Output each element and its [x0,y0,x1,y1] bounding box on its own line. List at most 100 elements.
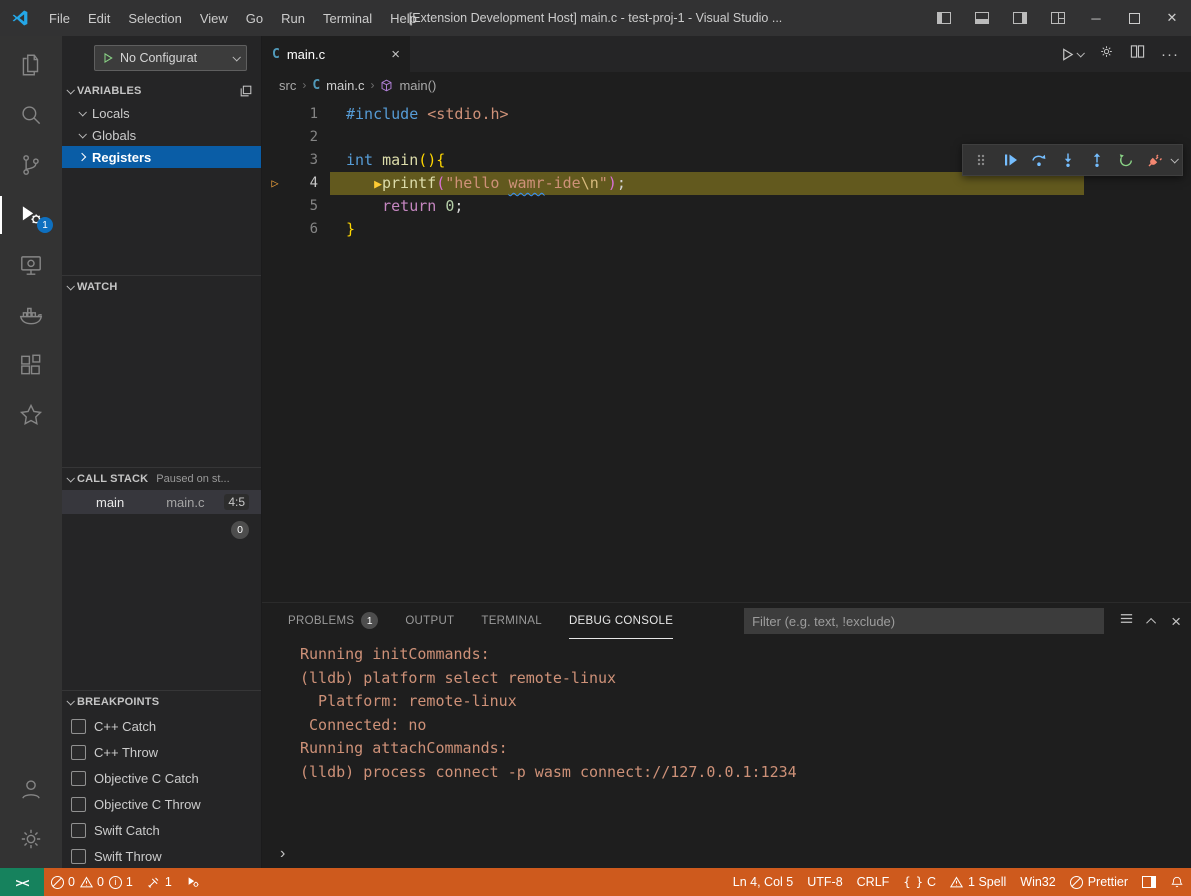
code-editor[interactable]: 1#include <stdio.h>23int main(){▷4▶print… [262,98,1191,602]
run-file-button[interactable] [1060,47,1083,62]
tab-main-c[interactable]: C main.c × [262,36,410,72]
chevron-down-icon [1076,49,1084,57]
glyph-margin[interactable] [262,218,288,241]
remote-explorer-icon[interactable] [0,240,62,290]
accounts-icon[interactable] [0,764,62,814]
menu-view[interactable]: View [191,0,237,36]
explorer-icon[interactable] [0,40,62,90]
watch-header[interactable]: WATCH [62,276,261,298]
continue-button[interactable] [997,147,1023,173]
toolbar-drag-handle[interactable] [968,147,994,173]
search-icon[interactable] [0,90,62,140]
toggle-sidebar-icon[interactable] [925,0,963,36]
code-line[interactable]: 5 return 0; [262,195,1191,218]
breakpoints-header[interactable]: BREAKPOINTS [62,691,261,713]
code-line[interactable]: 1#include <stdio.h> [262,103,1191,126]
code-line[interactable]: 6} [262,218,1191,241]
breadcrumb-folder[interactable]: src [279,78,296,93]
breakpoint-checkbox[interactable] [71,745,86,760]
panel-menu-icon[interactable] [1119,611,1134,631]
stack-frame-row[interactable]: main main.c 4:5 [62,490,261,514]
collapse-all-icon[interactable] [239,84,253,98]
run-and-debug-icon[interactable]: 1 [0,190,62,240]
breakpoint-row[interactable]: Objective C Throw [62,791,261,817]
toggle-secondary-sidebar-icon[interactable] [1001,0,1039,36]
breakpoint-checkbox[interactable] [71,719,86,734]
close-tab-icon[interactable]: × [391,47,400,62]
menu-terminal[interactable]: Terminal [314,0,381,36]
warnings-icon [80,876,93,888]
code-text: int main(){ [330,149,445,172]
panel-tab-debug-console[interactable]: DEBUG CONSOLE [569,603,673,639]
breakpoint-checkbox[interactable] [71,771,86,786]
panel-tab-problems[interactable]: PROBLEMS1 [288,603,378,639]
step-into-button[interactable] [1055,147,1081,173]
cursor-position[interactable]: Ln 4, Col 5 [726,868,800,896]
step-over-button[interactable] [1026,147,1052,173]
encoding-indicator[interactable]: UTF-8 [800,868,849,896]
minimize-button[interactable]: ─ [1077,0,1115,36]
breakpoint-row[interactable]: C++ Throw [62,739,261,765]
remote-indicator[interactable]: >< [0,868,44,896]
source-control-icon[interactable] [0,140,62,190]
star-icon[interactable] [0,390,62,440]
breakpoint-checkbox[interactable] [71,797,86,812]
glyph-margin[interactable] [262,149,288,172]
close-button[interactable]: ✕ [1153,0,1191,36]
glyph-margin[interactable] [262,103,288,126]
notifications-bell-icon[interactable] [1163,868,1191,896]
language-indicator[interactable]: { }C [896,868,943,896]
breakpoint-row[interactable]: C++ Catch [62,713,261,739]
breadcrumb-file[interactable]: main.c [326,78,364,93]
more-actions-icon[interactable]: ··· [1161,46,1179,63]
chevron-down-icon[interactable] [1170,155,1178,163]
maximize-button[interactable] [1115,0,1153,36]
toggle-panel-icon[interactable] [963,0,1001,36]
menu-run[interactable]: Run [272,0,314,36]
close-panel-icon[interactable]: × [1171,613,1181,630]
menu-selection[interactable]: Selection [119,0,190,36]
console-input[interactable]: › [262,840,1191,868]
disconnect-button[interactable] [1142,147,1168,173]
problems-indicator[interactable]: 0 0 i1 [44,868,140,896]
launch-config-dropdown[interactable]: No Configurat [94,45,247,71]
console-filter-input[interactable] [744,608,1104,634]
warnings-count: 0 [97,875,104,889]
platform-indicator[interactable]: Win32 [1013,868,1062,896]
panel-tab-output[interactable]: OUTPUT [405,603,454,639]
breadcrumb-symbol[interactable]: main() [399,78,436,93]
tab-label: main.c [287,47,325,62]
tools-indicator[interactable]: 1 [140,868,179,896]
breakpoint-row[interactable]: Swift Catch [62,817,261,843]
menu-file[interactable]: File [40,0,79,36]
eol-indicator[interactable]: CRLF [850,868,897,896]
settings-gear-icon[interactable] [0,814,62,864]
customize-layout-icon[interactable] [1039,0,1077,36]
call-stack-header[interactable]: CALL STACK Paused on st... [62,468,261,490]
editor-gear-icon[interactable] [1099,44,1114,64]
formatter-indicator[interactable]: Prettier [1063,868,1135,896]
breakpoint-row[interactable]: Swift Throw [62,843,261,868]
breakpoint-row[interactable]: Objective C Catch [62,765,261,791]
breakpoint-checkbox[interactable] [71,823,86,838]
layout-icon[interactable] [1135,868,1163,896]
menu-edit[interactable]: Edit [79,0,119,36]
glyph-margin[interactable] [262,195,288,218]
variables-scope-registers[interactable]: Registers [62,146,261,168]
restart-button[interactable] [1113,147,1139,173]
variables-scope-globals[interactable]: Globals [62,124,261,146]
maximize-panel-icon[interactable] [1146,617,1156,627]
variables-scope-locals[interactable]: Locals [62,102,261,124]
split-editor-icon[interactable] [1130,44,1145,64]
breakpoint-checkbox[interactable] [71,849,86,864]
variables-header[interactable]: VARIABLES [62,80,261,102]
debug-stackframe-arrow-icon[interactable]: ▷ [262,172,288,195]
spell-indicator[interactable]: 1 Spell [943,868,1013,896]
debug-indicator[interactable] [179,868,207,896]
docker-icon[interactable] [0,290,62,340]
step-out-button[interactable] [1084,147,1110,173]
extensions-icon[interactable] [0,340,62,390]
menu-go[interactable]: Go [237,0,272,36]
glyph-margin[interactable] [262,126,288,149]
panel-tab-terminal[interactable]: TERMINAL [481,603,542,639]
